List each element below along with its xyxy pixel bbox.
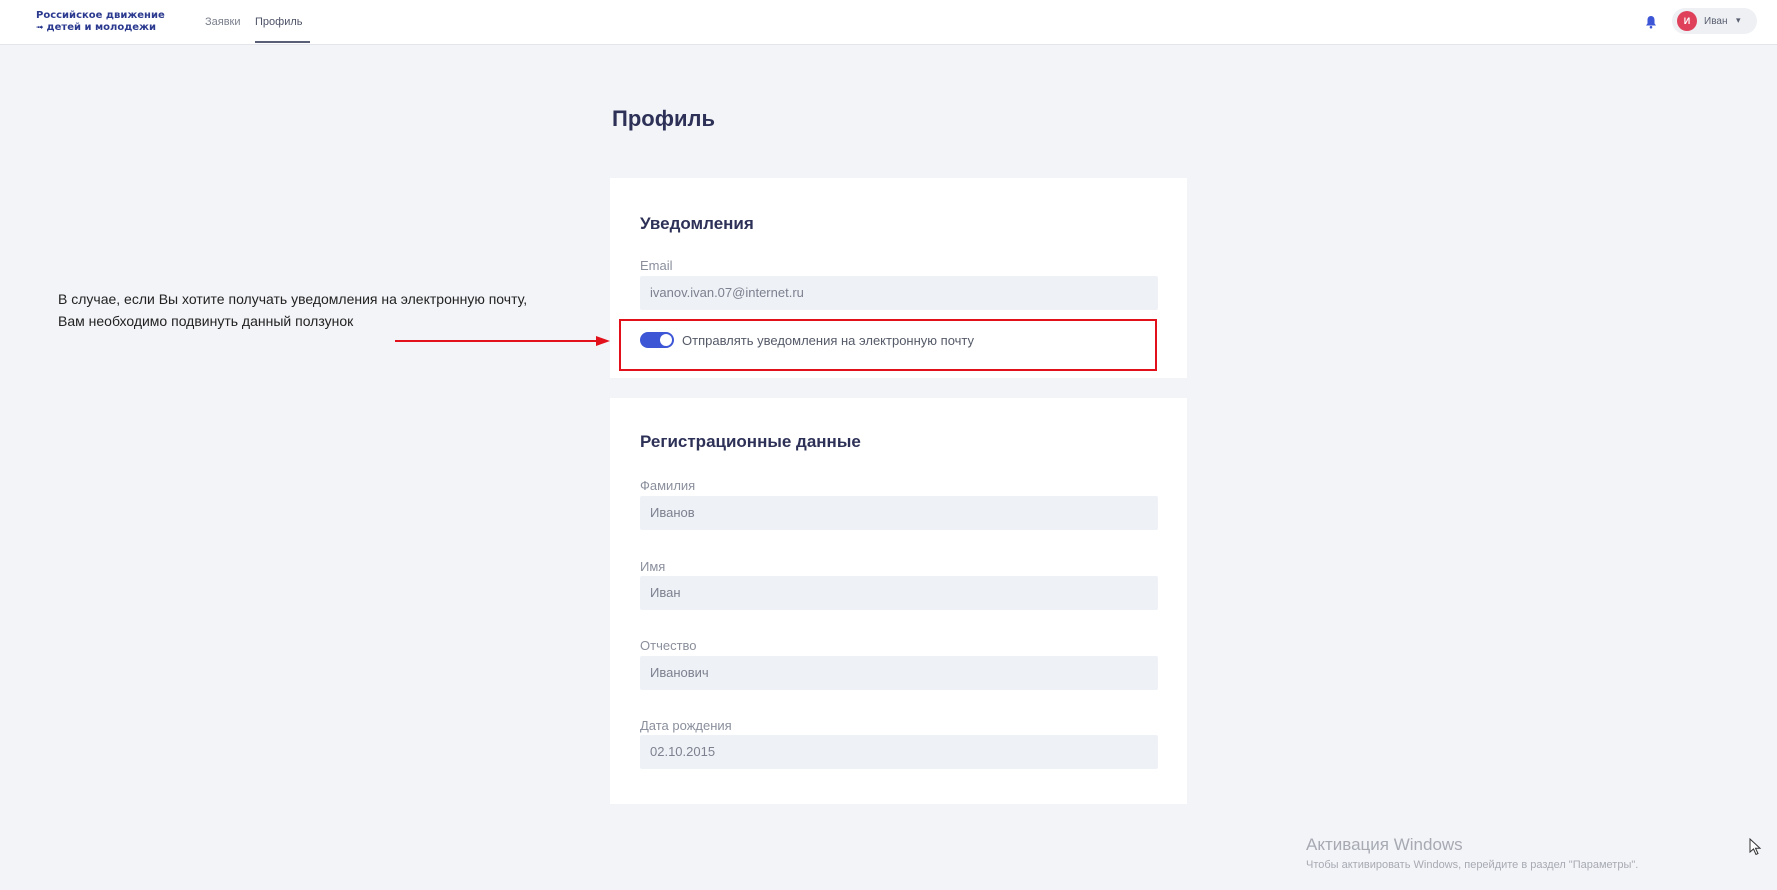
avatar: И bbox=[1677, 11, 1697, 31]
annotation-line2: Вам необходимо подвинуть данный ползунок bbox=[58, 313, 354, 329]
email-field[interactable]: ivanov.ivan.07@internet.ru bbox=[640, 276, 1158, 310]
windows-activation-watermark: Активация Windows Чтобы активировать Win… bbox=[1306, 835, 1638, 871]
logo-arrow-icon: ➟ bbox=[36, 23, 44, 33]
logo[interactable]: Российское движение ➟ детей и молодежи bbox=[36, 10, 186, 34]
surname-field[interactable]: Иванов bbox=[640, 496, 1158, 530]
registration-card: Регистрационные данные Фамилия Иванов Им… bbox=[610, 398, 1187, 804]
birth-date-label: Дата рождения bbox=[640, 718, 732, 733]
nav-applications[interactable]: Заявки bbox=[205, 16, 241, 28]
annotation-text: В случае, если Вы хотите получать уведом… bbox=[58, 288, 527, 332]
top-navigation-bar: Российское движение ➟ детей и молодежи За… bbox=[0, 0, 1777, 45]
surname-label: Фамилия bbox=[640, 478, 696, 493]
annotation-arrow-icon bbox=[395, 336, 610, 346]
page-title: Профиль bbox=[612, 106, 715, 131]
first-name-field[interactable]: Иван bbox=[640, 576, 1158, 610]
watermark-subtitle: Чтобы активировать Windows, перейдите в … bbox=[1306, 859, 1639, 871]
first-name-label: Имя bbox=[640, 559, 666, 574]
watermark-title: Активация Windows bbox=[1306, 835, 1463, 854]
patronymic-field[interactable]: Иванович bbox=[640, 656, 1158, 690]
registration-title: Регистрационные данные bbox=[640, 432, 861, 451]
nav-profile[interactable]: Профиль bbox=[255, 16, 303, 28]
annotation-highlight-box bbox=[619, 319, 1157, 371]
logo-line1: Российское движение bbox=[36, 10, 165, 21]
nav-active-indicator bbox=[255, 41, 310, 43]
annotation-line1: В случае, если Вы хотите получать уведом… bbox=[58, 291, 528, 307]
patronymic-label: Отчество bbox=[640, 638, 697, 653]
birth-date-field[interactable]: 02.10.2015 bbox=[640, 735, 1158, 769]
email-label: Email bbox=[640, 258, 673, 273]
chevron-down-icon: ▾ bbox=[1736, 15, 1741, 25]
notifications-title: Уведомления bbox=[640, 214, 754, 233]
notification-bell-icon[interactable] bbox=[1645, 15, 1657, 29]
user-name: Иван bbox=[1704, 16, 1728, 27]
logo-line2: детей и молодежи bbox=[46, 22, 157, 33]
mouse-cursor-icon bbox=[1749, 838, 1762, 856]
